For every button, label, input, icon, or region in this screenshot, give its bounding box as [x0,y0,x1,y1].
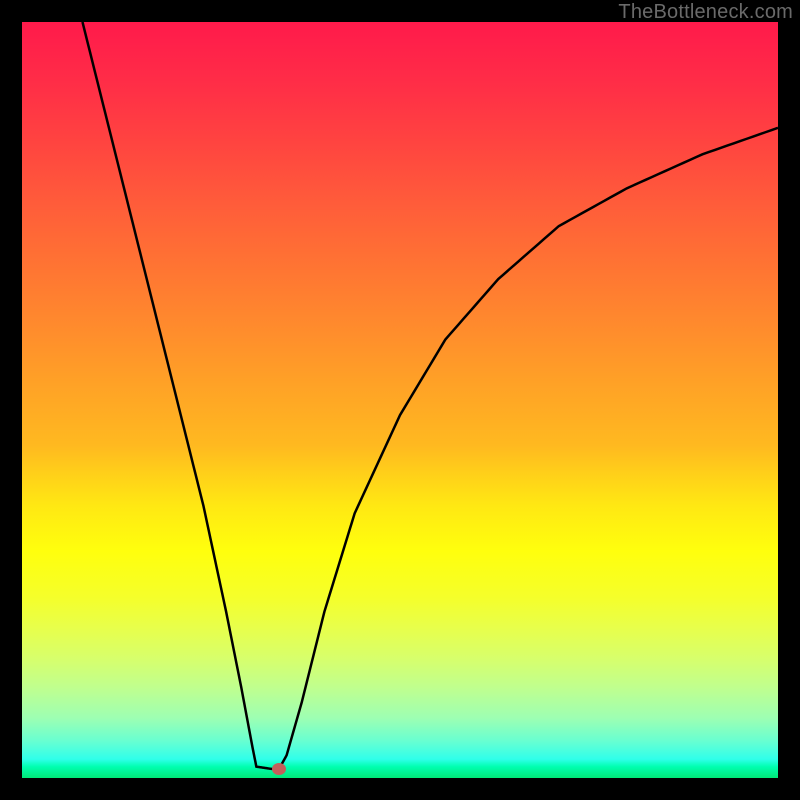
chart-container: TheBottleneck.com [0,0,800,800]
optimal-point-marker [272,763,286,775]
plot-area [22,22,778,778]
watermark-text: TheBottleneck.com [618,1,793,24]
bottleneck-curve [22,22,778,778]
